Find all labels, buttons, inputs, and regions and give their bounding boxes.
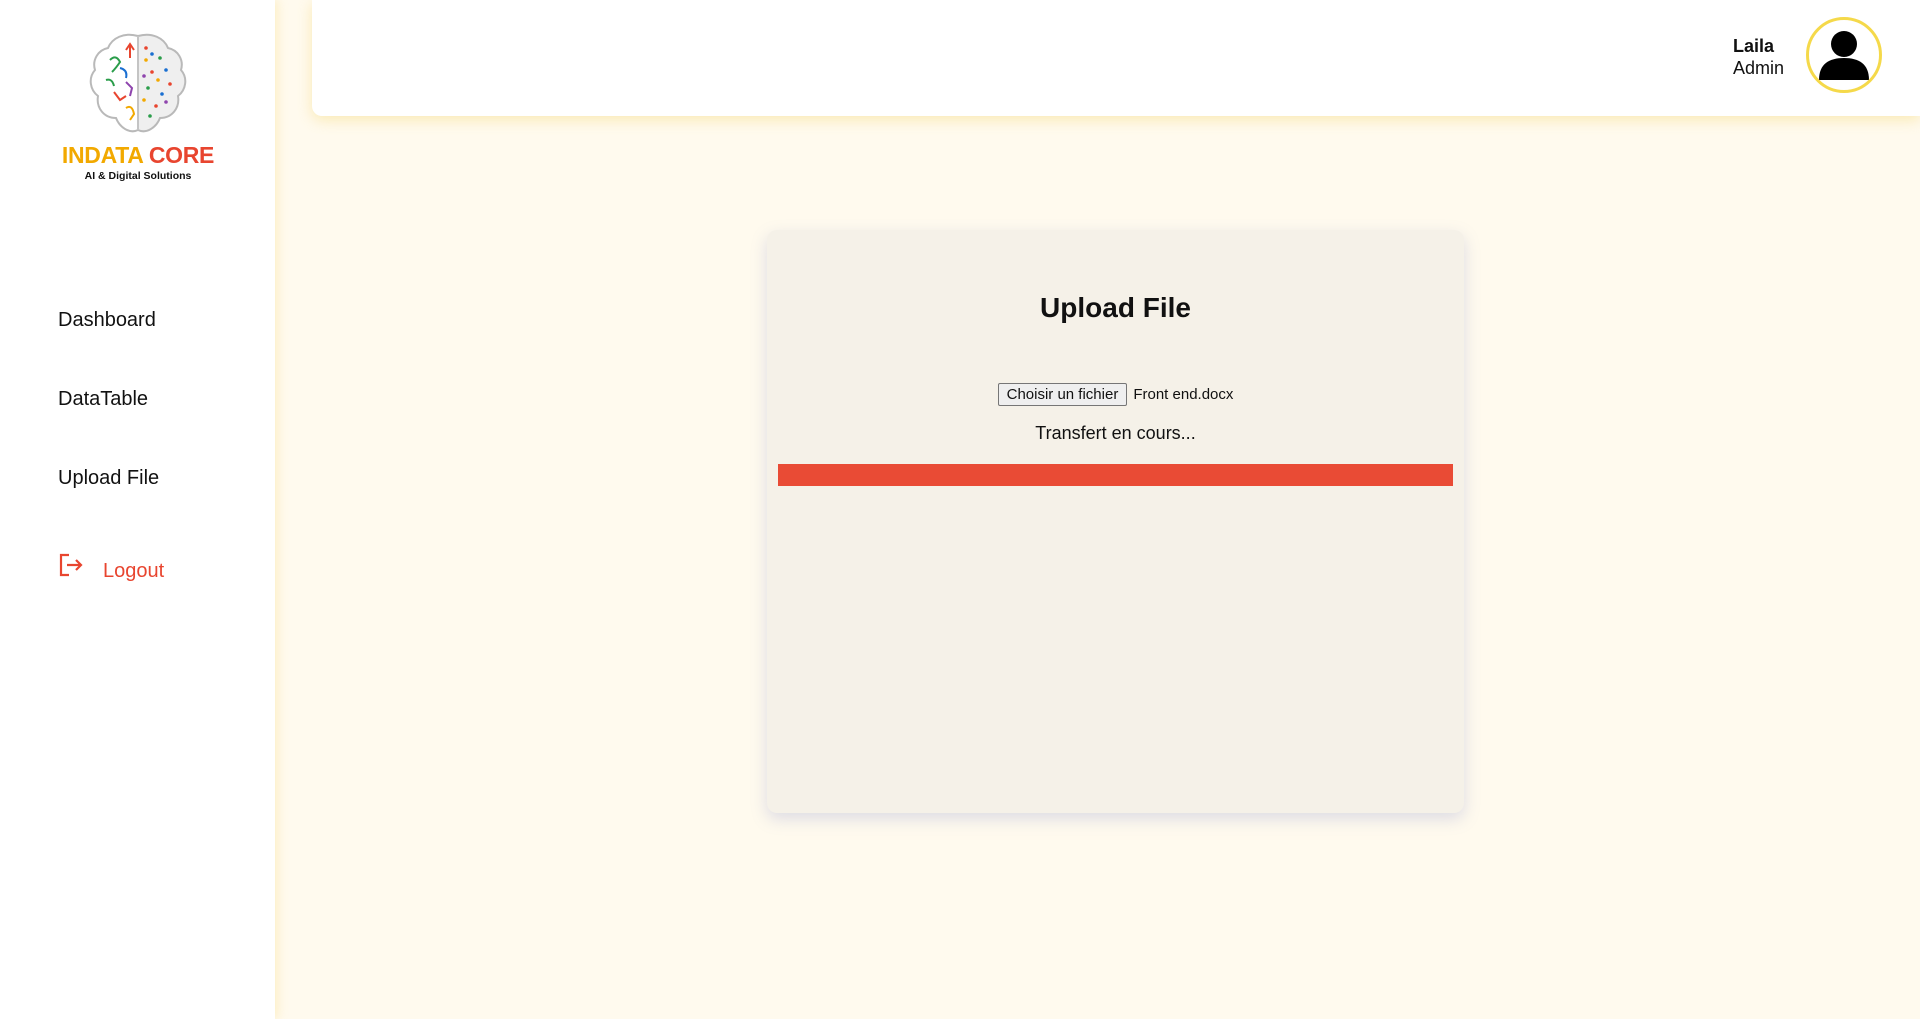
logout-label: Logout [103, 559, 165, 582]
brain-logo-icon [89, 33, 187, 133]
user-name: Laila [1732, 36, 1774, 56]
upload-title: Upload File [1040, 292, 1191, 323]
user-avatar-icon [1819, 31, 1869, 80]
upload-progress-bar [778, 464, 1453, 486]
logout-button[interactable]: Logout [58, 551, 164, 591]
sidebar-nav: Dashboard DataTable Upload File [58, 300, 159, 537]
brand-name-part1: INDATA [61, 142, 143, 168]
user-info: Laila Admin [1733, 35, 1784, 79]
brand-name-part2: CORE [148, 142, 215, 168]
file-input[interactable]: Choisir un fichier Front end.docx [767, 383, 1464, 406]
top-header: Laila Admin [312, 0, 1920, 116]
upload-card: Upload File Choisir un fichier Front end… [767, 230, 1464, 813]
sidebar: INDATA CORE AI & Digital Solutions Dashb… [0, 0, 275, 1019]
choose-file-button[interactable]: Choisir un fichier [997, 383, 1128, 406]
user-role: Admin [1732, 58, 1784, 78]
brand-logo[interactable]: INDATA CORE AI & Digital Solutions [58, 30, 218, 190]
upload-progress-fill [778, 464, 1453, 486]
sidebar-item-upload-file[interactable]: Upload File [58, 458, 159, 498]
sidebar-item-dashboard[interactable]: Dashboard [58, 300, 159, 340]
brand-tagline: AI & Digital Solutions [84, 170, 192, 182]
upload-status: Transfert en cours... [1035, 423, 1196, 443]
logout-icon [59, 553, 83, 577]
selected-file-name: Front end.docx [1133, 386, 1234, 403]
sidebar-item-datatable[interactable]: DataTable [58, 379, 159, 419]
avatar[interactable] [1806, 17, 1882, 93]
brand-name: INDATA CORE [58, 142, 218, 169]
